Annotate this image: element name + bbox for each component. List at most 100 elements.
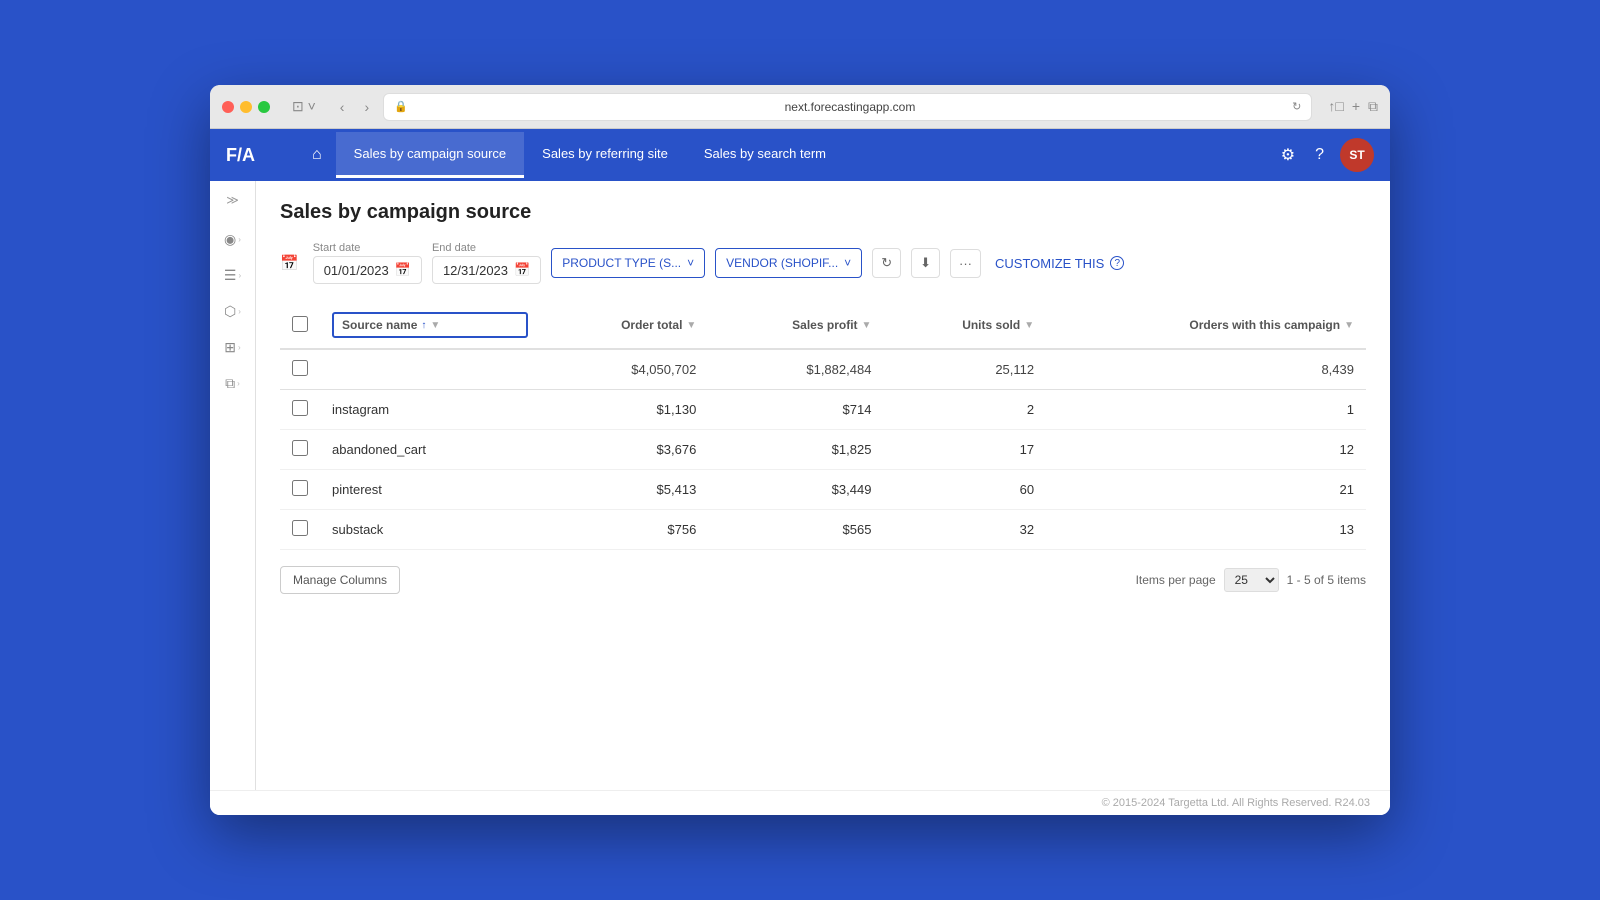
end-cal-icon: 📅	[514, 262, 530, 278]
forward-button[interactable]: ›	[358, 95, 375, 119]
source-filter-icon[interactable]: ▼	[430, 320, 440, 331]
customize-label: CUSTOMIZE THIS	[995, 256, 1104, 271]
total-orders-cell: 8,439	[1046, 349, 1366, 390]
th-order-total: Order total ▼	[540, 302, 708, 349]
table-row: instagram $1,130 $714 2 1	[280, 390, 1366, 430]
total-row-checkbox[interactable]	[292, 360, 308, 376]
row-profit-1: $1,825	[708, 430, 883, 470]
browser-toolbar: ⊡ ˅ ‹ › 🔒 next.forecastingapp.com ↻ ↑□ +…	[210, 85, 1390, 129]
docs-icon: ⧉	[225, 375, 235, 392]
tabs-icon[interactable]: ⧉	[1368, 98, 1378, 115]
th-orders: Orders with this campaign ▼	[1046, 302, 1366, 349]
start-date-field: Start date 01/01/2023 📅	[313, 242, 422, 284]
browser-window: ⊡ ˅ ‹ › 🔒 next.forecastingapp.com ↻ ↑□ +…	[210, 85, 1390, 815]
th-units-sold: Units sold ▼	[883, 302, 1046, 349]
sidebar-collapse-button[interactable]: ≫	[222, 189, 243, 211]
row-source-1: abandoned_cart	[320, 430, 540, 470]
sort-up-icon[interactable]: ↑	[421, 320, 426, 331]
url-bar[interactable]: 🔒 next.forecastingapp.com ↻	[383, 93, 1312, 121]
back-button[interactable]: ‹	[334, 95, 351, 119]
select-all-th	[280, 302, 320, 349]
nav-right-area: ⚙ ? ST	[1277, 138, 1374, 172]
more-options-button[interactable]: ···	[950, 249, 981, 278]
footer-text: © 2015-2024 Targetta Ltd. All Rights Res…	[1102, 797, 1370, 809]
source-name-label: Source name	[342, 318, 417, 332]
per-page-select[interactable]: 25 50 100	[1224, 568, 1279, 592]
sidebar: ≫ ◉ › ☰ › ⬡ › ⊞ › ⧉	[210, 181, 256, 790]
row-profit-3: $565	[708, 510, 883, 550]
row-checkbox-1[interactable]	[292, 440, 308, 456]
customize-button[interactable]: CUSTOMIZE THIS ?	[995, 256, 1124, 271]
reload-icon[interactable]: ↻	[1292, 100, 1301, 113]
tab-search[interactable]: Sales by search term	[686, 132, 844, 178]
info-icon: ?	[1110, 256, 1124, 270]
orders-filter-icon[interactable]: ▼	[1344, 320, 1354, 331]
end-date-value: 12/31/2023	[443, 263, 508, 278]
row-checkbox-0[interactable]	[292, 400, 308, 416]
source-name-header[interactable]: Source name ↑ ▼	[332, 312, 528, 338]
product-type-filter[interactable]: PRODUCT TYPE (S... ˅	[551, 248, 705, 278]
tab-referring[interactable]: Sales by referring site	[524, 132, 686, 178]
order-total-label: Order total	[621, 318, 682, 332]
export-button[interactable]: ⬇	[911, 248, 940, 278]
select-all-checkbox[interactable]	[292, 316, 308, 332]
start-cal-icon: 📅	[395, 262, 411, 278]
sidebar-item-reports[interactable]: ☰ ›	[214, 259, 252, 291]
app-container: F/A ⌂ Sales by campaign source Sales by …	[210, 129, 1390, 815]
main-layout: ≫ ◉ › ☰ › ⬡ › ⊞ › ⧉	[210, 181, 1390, 790]
start-date-label: Start date	[313, 242, 422, 254]
home-button[interactable]: ⌂	[302, 140, 332, 170]
end-date-field: End date 12/31/2023 📅	[432, 242, 541, 284]
refresh-button[interactable]: ↻	[872, 248, 901, 278]
sales-profit-label: Sales profit	[792, 318, 857, 332]
sidebar-toggle-btn[interactable]: ⊡ ˅	[286, 94, 322, 119]
expand-arrow-reports: ›	[238, 271, 241, 280]
sidebar-item-grid[interactable]: ⊞ ›	[214, 331, 252, 363]
row-checkbox-2[interactable]	[292, 480, 308, 496]
table-row: abandoned_cart $3,676 $1,825 17 12	[280, 430, 1366, 470]
maximize-dot[interactable]	[258, 101, 270, 113]
close-dot[interactable]	[222, 101, 234, 113]
data-table: Source name ↑ ▼ Order total ▼	[280, 302, 1366, 550]
units-sold-filter-icon[interactable]: ▼	[1024, 320, 1034, 331]
vendor-filter[interactable]: VENDOR (SHOPIF... ˅	[715, 248, 862, 278]
pagination-text: 1 - 5 of 5 items	[1287, 573, 1366, 587]
sidebar-item-docs[interactable]: ⧉ ›	[214, 367, 252, 399]
row-order-1: $3,676	[540, 430, 708, 470]
app-logo: F/A	[226, 145, 286, 166]
manage-columns-button[interactable]: Manage Columns	[280, 566, 400, 594]
share-icon[interactable]: ↑□	[1328, 98, 1343, 115]
row-order-3: $756	[540, 510, 708, 550]
order-total-header: Order total ▼	[552, 318, 696, 332]
total-source-cell	[320, 349, 540, 390]
sales-profit-header: Sales profit ▼	[720, 318, 871, 332]
sales-profit-filter-icon[interactable]: ▼	[862, 320, 872, 331]
sidebar-item-products[interactable]: ⬡ ›	[214, 295, 252, 327]
table-total-row: $4,050,702 $1,882,484 25,112 8,439	[280, 349, 1366, 390]
app-footer: © 2015-2024 Targetta Ltd. All Rights Res…	[210, 790, 1390, 815]
minimize-dot[interactable]	[240, 101, 252, 113]
start-date-value: 01/01/2023	[324, 263, 389, 278]
chart-icon: ◉	[224, 231, 236, 248]
order-total-filter-icon[interactable]: ▼	[686, 320, 696, 331]
settings-icon[interactable]: ⚙	[1277, 141, 1299, 169]
total-order-cell: $4,050,702	[540, 349, 708, 390]
table-row: pinterest $5,413 $3,449 60 21	[280, 470, 1366, 510]
window-controls	[222, 101, 270, 113]
end-date-input[interactable]: 12/31/2023 📅	[432, 256, 541, 284]
row-checkbox-3[interactable]	[292, 520, 308, 536]
expand-arrow-docs: ›	[237, 379, 240, 388]
chevron-down-icon-2: ˅	[844, 256, 851, 270]
top-navigation: F/A ⌂ Sales by campaign source Sales by …	[210, 129, 1390, 181]
expand-arrow-products: ›	[238, 307, 241, 316]
row-orders-3: 13	[1046, 510, 1366, 550]
tab-campaign[interactable]: Sales by campaign source	[336, 132, 524, 178]
row-source-3: substack	[320, 510, 540, 550]
help-icon[interactable]: ?	[1311, 142, 1328, 168]
new-tab-icon[interactable]: +	[1352, 98, 1360, 115]
start-date-input[interactable]: 01/01/2023 📅	[313, 256, 422, 284]
sidebar-item-analytics[interactable]: ◉ ›	[214, 223, 252, 255]
avatar[interactable]: ST	[1340, 138, 1374, 172]
chevron-down-icon: ˅	[687, 256, 694, 270]
row-order-0: $1,130	[540, 390, 708, 430]
